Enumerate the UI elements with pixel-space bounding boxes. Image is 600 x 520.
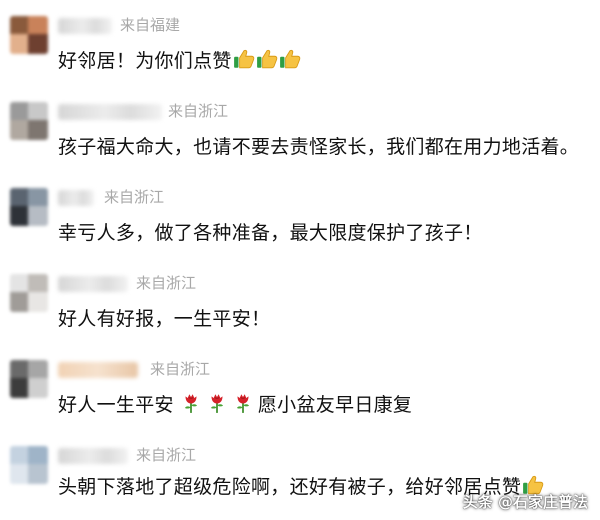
avatar[interactable] <box>10 274 48 312</box>
username-blurred[interactable] <box>58 362 138 378</box>
comment-text-content: 好人有好报，一生平安！ <box>58 308 271 330</box>
comment-text-content: 头朝下落地了超级危险啊，还好有被子，给好邻居点赞 <box>58 476 522 498</box>
comment-item: 来自浙江 好人一生平安 愿小盆友早日康复 <box>0 358 600 438</box>
avatar[interactable] <box>10 360 48 398</box>
avatar[interactable] <box>10 16 48 54</box>
watermark: 头条 @石家庄普法 <box>462 493 588 511</box>
location-label: 来自浙江 <box>136 446 197 464</box>
thumbs-up-icon <box>256 48 278 77</box>
comment-item: 来自浙江 孩子福大命大，也请不要去责怪家长，我们都在用力地活着。 <box>0 100 600 180</box>
comment-text: 孩子福大命大，也请不要去责怪家长，我们都在用力地活着。 <box>58 134 579 160</box>
username-blurred[interactable] <box>58 18 112 34</box>
comment-text: 幸亏人多，做了各种准备，最大限度保护了孩子！ <box>58 220 483 246</box>
thumbs-up-icon <box>279 48 301 77</box>
rose-icon <box>232 392 254 421</box>
avatar[interactable] <box>10 446 48 484</box>
thumbs-up-icon <box>233 48 255 77</box>
comment-text-after: 愿小盆友早日康复 <box>257 394 413 416</box>
rose-icon <box>206 392 228 421</box>
comment-text: 好邻居！为你们点赞 <box>58 48 301 77</box>
comment-text: 好人一生平安 愿小盆友早日康复 <box>58 392 412 421</box>
rose-icon <box>180 392 202 421</box>
username-blurred[interactable] <box>58 448 128 464</box>
comment-item: 来自浙江 好人有好报，一生平安！ <box>0 272 600 352</box>
username-blurred[interactable] <box>58 276 128 292</box>
comment-text-content: 孩子福大命大，也请不要去责怪家长，我们都在用力地活着。 <box>58 136 580 158</box>
avatar[interactable] <box>10 102 48 140</box>
username-blurred[interactable] <box>58 104 162 120</box>
location-label: 来自浙江 <box>168 102 229 120</box>
comment-item: 来自福建 好邻居！为你们点赞 <box>0 14 600 94</box>
username-blurred[interactable] <box>58 190 94 206</box>
avatar[interactable] <box>10 188 48 226</box>
comment-item: 来自浙江 幸亏人多，做了各种准备，最大限度保护了孩子！ <box>0 186 600 266</box>
comment-text-content: 好人一生平安 <box>58 394 174 416</box>
location-label: 来自浙江 <box>150 360 211 378</box>
comment-text-content: 幸亏人多，做了各种准备，最大限度保护了孩子！ <box>58 222 483 244</box>
location-label: 来自浙江 <box>104 188 165 206</box>
location-label: 来自福建 <box>120 16 181 34</box>
comment-text: 好人有好报，一生平安！ <box>58 306 270 332</box>
comment-text-content: 好邻居！为你们点赞 <box>58 50 232 72</box>
location-label: 来自浙江 <box>136 274 197 292</box>
